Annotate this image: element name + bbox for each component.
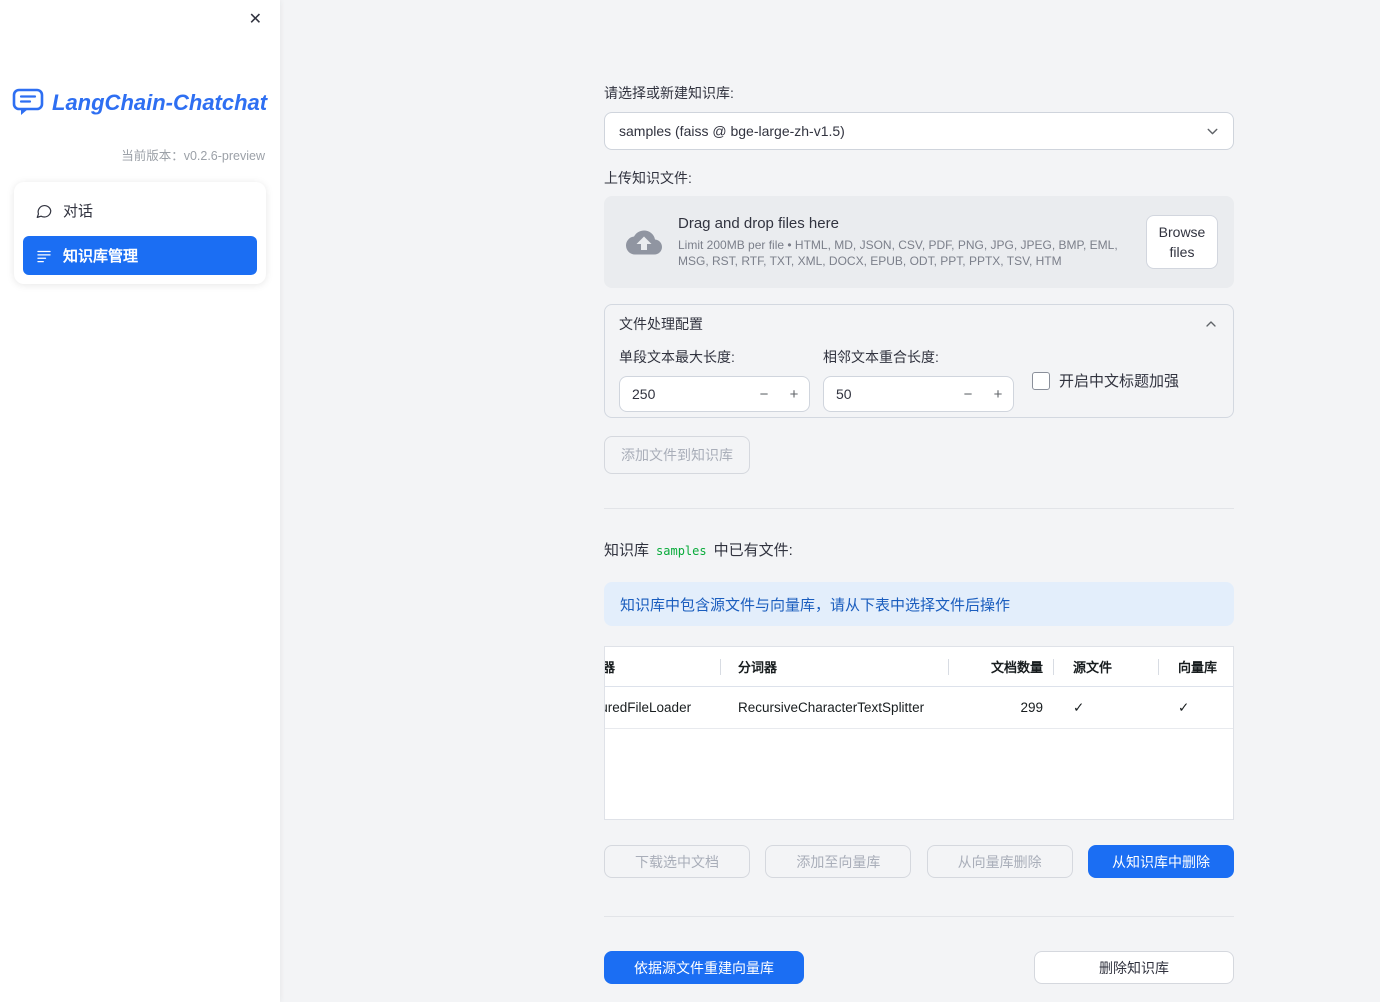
delete-from-vector-button[interactable]: 从向量库删除 [926,845,1073,878]
cell-vector-check: ✓ [1178,699,1190,715]
existing-prefix: 知识库 [604,542,650,559]
upload-label: 上传知识文件: [604,170,692,186]
kb-select-value: samples (faiss @ bge-large-zh-v1.5) [619,123,845,139]
kb-name-code: samples [656,544,707,558]
dropzone-texts: Drag and drop files here Limit 200MB per… [678,215,1146,269]
overlap-size-group: 相邻文本重合长度: − + [823,343,1014,412]
cloud-upload-icon [626,230,662,255]
column-separator [948,659,949,675]
plus-icon[interactable]: + [779,386,809,403]
delete-kb-button[interactable]: 删除知识库 [1034,951,1234,984]
column-separator [1158,659,1159,675]
info-banner: 知识库中包含源文件与向量库，请从下表中选择文件后操作 [604,582,1234,626]
existing-files-line: 知识库 samples 中已有文件: [604,539,1234,560]
divider [604,508,1234,509]
sidebar-close-icon[interactable]: ✕ [245,8,266,32]
table-row[interactable]: UnstructuredFileLoader RecursiveCharacte… [605,687,1233,729]
dropzone-title: Drag and drop files here [678,214,839,232]
kb-select[interactable]: samples (faiss @ bge-large-zh-v1.5) [604,112,1234,150]
checkbox-label: 开启中文标题加强 [1059,373,1180,390]
sidebar-menu: 对话 知识库管理 [14,182,266,284]
file-dropzone[interactable]: Drag and drop files here Limit 200MB per… [604,196,1234,288]
divider [604,916,1234,917]
minus-icon[interactable]: − [749,386,779,403]
download-selected-button[interactable]: 下载选中文档 [604,845,750,878]
file-config-expander: 文件处理配置 单段文本最大长度: − + 相邻文本重合长度: [604,304,1234,418]
main-content: 请选择或新建知识库: samples (faiss @ bge-large-zh… [604,0,1234,984]
header-vector-store: 向量库 [1178,660,1218,675]
header-loader: 文档加载器 [605,657,720,676]
sidebar-item-dialogue[interactable]: 对话 [23,191,257,230]
cell-source-check: ✓ [1073,699,1085,715]
minus-icon[interactable]: − [953,386,983,403]
table-actions: 下载选中文档 添加至向量库 从向量库删除 从知识库中删除 [604,845,1234,878]
header-splitter: 分词器 [738,660,778,675]
sidebar-item-label: 知识库管理 [63,248,139,265]
kb-select-label: 请选择或新建知识库: [604,85,734,101]
expander-body: 单段文本最大长度: − + 相邻文本重合长度: − + 开启中文标题加强 [605,343,1233,412]
cell-doc-count: 299 [1020,700,1043,715]
chunk-size-input[interactable] [632,386,749,402]
chat-bubble-icon [35,202,53,220]
browse-files-button[interactable]: Browse files [1146,214,1218,270]
version-text: 当前版本：v0.2.6-preview [121,149,265,163]
expander-title: 文件处理配置 [619,316,703,332]
overlap-size-stepper: − + [823,376,1014,412]
chevron-down-icon [1204,123,1221,140]
chunk-size-stepper: − + [619,376,810,412]
add-files-to-kb-button[interactable]: 添加文件到知识库 [604,436,750,474]
column-separator [720,659,721,675]
header-doc-count: 文档数量 [990,660,1043,675]
table-header: 文档加载器 分词器 文档数量 源文件 向量库 [605,647,1233,687]
logo-chat-bubble-icon [12,88,44,117]
sidebar-item-knowledge-base[interactable]: 知识库管理 [23,236,257,275]
overlap-size-label: 相邻文本重合长度: [823,349,939,365]
cell-loader: UnstructuredFileLoader [605,700,692,715]
overlap-size-input[interactable] [836,386,953,402]
rebuild-vector-store-button[interactable]: 依据源文件重建向量库 [604,951,804,984]
zh-title-enhance-checkbox[interactable]: 开启中文标题加强 [1032,370,1179,391]
sidebar: ✕ LangChain-Chatchat 当前版本：v0.2.6-preview… [0,0,280,1002]
existing-suffix: 中已有文件: [713,542,793,559]
plus-icon[interactable]: + [983,386,1013,403]
footer-actions: 依据源文件重建向量库 删除知识库 [604,951,1234,984]
logo-text: LangChain-Chatchat [52,89,268,115]
chunk-size-group: 单段文本最大长度: − + [619,343,810,412]
list-lines-icon [35,247,53,265]
chunk-size-label: 单段文本最大长度: [619,349,735,365]
add-to-vector-button[interactable]: 添加至向量库 [765,845,912,878]
dropzone-hint: Limit 200MB per file • HTML, MD, JSON, C… [678,237,1118,268]
header-source-file: 源文件 [1073,660,1113,675]
cell-splitter: RecursiveCharacterTextSplitter [738,700,925,715]
expander-header[interactable]: 文件处理配置 [605,305,1233,343]
checkbox-box [1032,371,1050,390]
column-separator [1053,659,1054,675]
app-logo: LangChain-Chatchat [0,0,280,117]
kb-files-table: 文档加载器 分词器 文档数量 源文件 向量库 UnstructuredFileL… [604,646,1234,820]
sidebar-item-label: 对话 [63,203,94,220]
chevron-up-icon [1203,316,1219,332]
delete-from-kb-button[interactable]: 从知识库中删除 [1087,845,1234,878]
